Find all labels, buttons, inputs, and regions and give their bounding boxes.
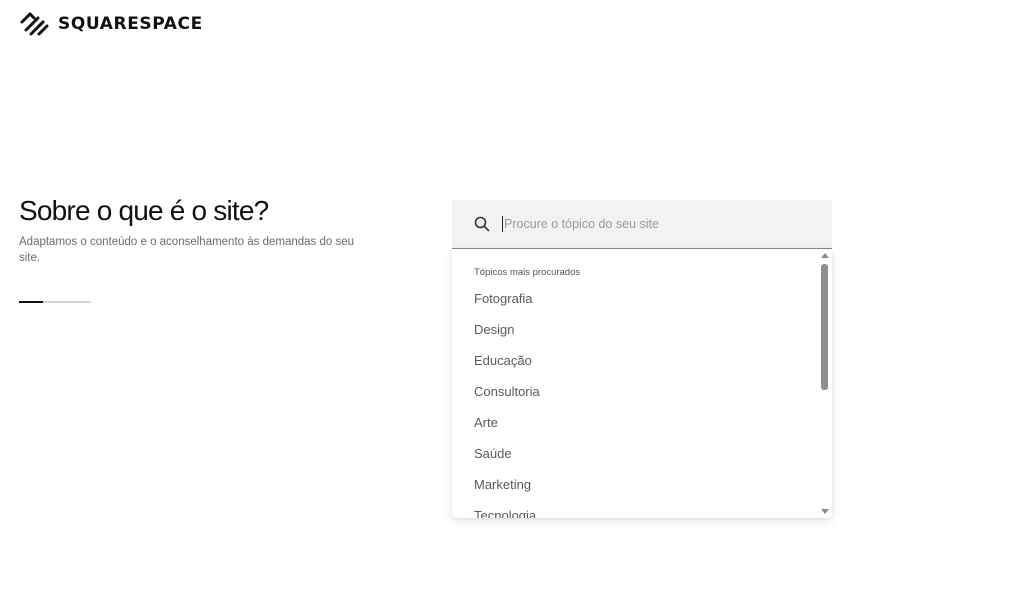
suggestion-item-marketing[interactable]: Marketing <box>452 473 818 504</box>
topic-search-box[interactable] <box>452 200 832 249</box>
text-caret <box>502 216 503 232</box>
suggestion-item-saude[interactable]: Saúde <box>452 442 818 473</box>
scroll-down-arrow-icon[interactable] <box>821 509 829 514</box>
squarespace-logo[interactable]: SQUARESPACE <box>19 11 203 37</box>
suggestion-item-fotografia[interactable]: Fotografia <box>452 287 818 318</box>
suggestions-list: Tópicos mais procurados Fotografia Desig… <box>452 249 818 518</box>
squarespace-logo-icon <box>20 12 49 36</box>
page: SQUARESPACE Sobre o que é o site? Adapta… <box>0 0 1024 608</box>
suggestion-item-educacao[interactable]: Educação <box>452 349 818 380</box>
suggestion-item-arte[interactable]: Arte <box>452 411 818 442</box>
step-progress-fill <box>19 301 43 303</box>
suggestion-items: Fotografia Design Educação Consultoria A… <box>452 287 818 518</box>
scrollbar-thumb[interactable] <box>821 264 828 390</box>
search-icon <box>474 216 490 232</box>
page-subtitle: Adaptamos o conteúdo e o aconselhamento … <box>19 236 355 264</box>
suggestion-item-tecnologia[interactable]: Tecnologia <box>452 504 818 518</box>
step-progress-bar <box>19 301 91 303</box>
scroll-up-arrow-icon[interactable] <box>821 253 829 258</box>
suggestion-item-design[interactable]: Design <box>452 318 818 349</box>
suggestions-heading: Tópicos mais procurados <box>474 267 581 278</box>
topic-search-input[interactable] <box>504 214 804 234</box>
dropdown-scrollbar[interactable] <box>818 249 832 518</box>
topic-suggestions-dropdown: Tópicos mais procurados Fotografia Desig… <box>452 249 832 518</box>
brand-name: SQUARESPACE <box>58 14 203 34</box>
suggestion-item-consultoria[interactable]: Consultoria <box>452 380 818 411</box>
page-title: Sobre o que é o site? <box>19 195 269 226</box>
